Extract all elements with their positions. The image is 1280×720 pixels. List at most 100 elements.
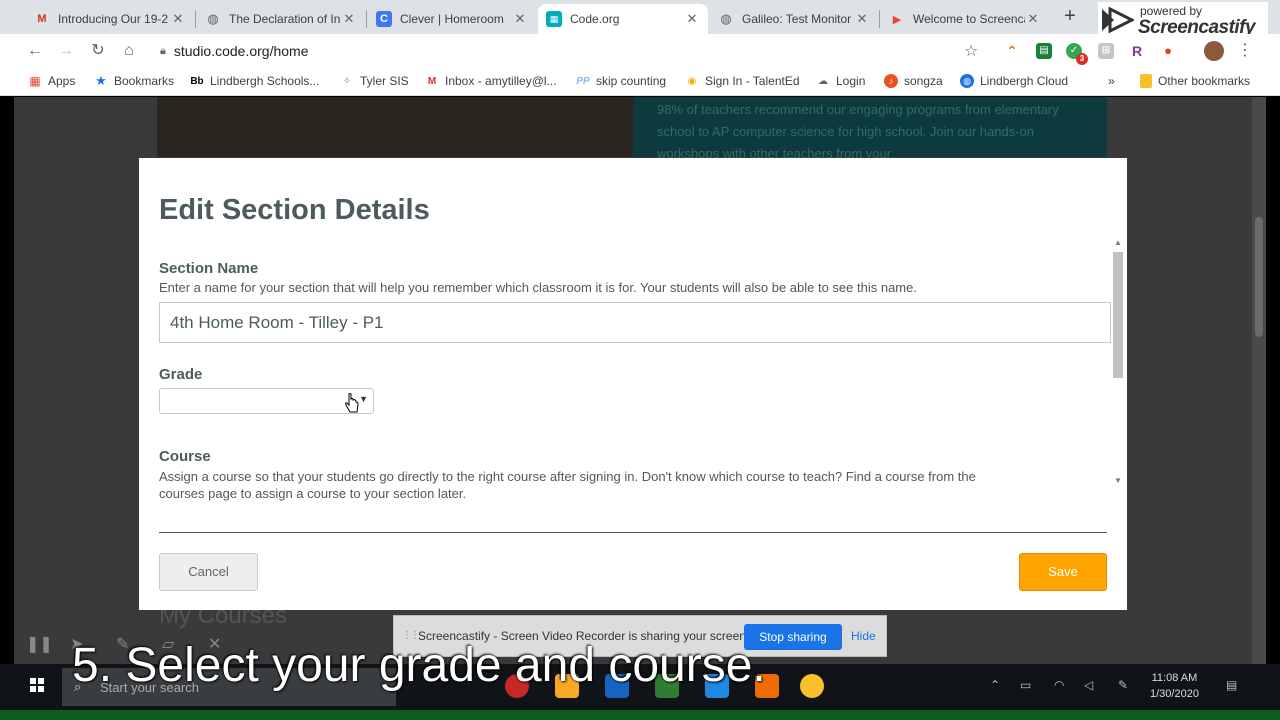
course-label: Course bbox=[159, 448, 211, 465]
cast-icon[interactable]: ▤ bbox=[1036, 43, 1052, 59]
dialog-scroll-thumb[interactable] bbox=[1113, 252, 1123, 378]
bookmark-label: songza bbox=[904, 74, 943, 88]
screencastify-mark-icon bbox=[1102, 7, 1134, 33]
reload-icon[interactable]: ↻ bbox=[87, 40, 109, 62]
back-arrow-icon[interactable]: ← bbox=[24, 40, 46, 62]
new-tab-button[interactable]: + bbox=[1058, 4, 1082, 28]
bookmark-login[interactable]: ☁ Login bbox=[816, 74, 865, 88]
volume-icon[interactable]: ◁ bbox=[1084, 678, 1093, 692]
bookmark-skip-counting[interactable]: PP skip counting bbox=[576, 74, 666, 88]
clever-icon: C bbox=[376, 11, 392, 27]
grade-label: Grade bbox=[159, 366, 203, 383]
profile-avatar[interactable] bbox=[1204, 41, 1224, 61]
extension-badge: 3 bbox=[1076, 53, 1088, 65]
battery-icon[interactable]: ▭ bbox=[1020, 678, 1031, 692]
tab-divider bbox=[879, 10, 880, 28]
scrollbar-thumb[interactable] bbox=[1255, 217, 1263, 337]
tab-divider bbox=[195, 10, 196, 28]
dialog-scrollbar[interactable]: ▲ ▼ bbox=[1111, 238, 1125, 488]
bookmark-lindbergh-cloud[interactable]: ◍ Lindbergh Cloud bbox=[960, 74, 1068, 88]
bookmark-label: Apps bbox=[48, 74, 76, 88]
bookmark-bookmarks[interactable]: ★ Bookmarks bbox=[94, 73, 174, 88]
bookmark-lindbergh-schools[interactable]: Bb Lindbergh Schools... bbox=[190, 74, 319, 88]
chevron-double-right-icon: » bbox=[1108, 74, 1115, 88]
bookmark-tyler-sis[interactable]: ✧ Tyler SIS bbox=[340, 74, 409, 88]
hero-image bbox=[157, 97, 633, 157]
system-clock[interactable]: 11:08 AM 1/30/2020 bbox=[1150, 670, 1199, 702]
globe-icon: ◍ bbox=[960, 74, 974, 88]
bookmark-songza[interactable]: ♪ songza bbox=[884, 74, 943, 88]
section-name-label: Section Name bbox=[159, 260, 259, 277]
bookmark-star-icon[interactable]: ☆ bbox=[964, 41, 978, 61]
bookmark-other[interactable]: Other bookmarks bbox=[1140, 74, 1250, 88]
bookmark-apps[interactable]: ▦ Apps bbox=[28, 74, 75, 88]
tab-title: Clever | Homeroom bbox=[400, 12, 504, 26]
puzzle-extension-icon[interactable]: ⊞ bbox=[1098, 43, 1114, 59]
close-icon[interactable]: ✕ bbox=[1025, 11, 1041, 27]
chevron-up-icon[interactable]: ⌃ bbox=[990, 678, 1000, 692]
screencastify-extension-icon[interactable]: ● bbox=[1160, 43, 1176, 59]
close-icon[interactable]: ✕ bbox=[512, 11, 528, 27]
hero-text: 98% of teachers recommend our engaging p… bbox=[657, 102, 1059, 161]
close-icon[interactable]: ✕ bbox=[341, 11, 357, 27]
tab-0[interactable]: M Introducing Our 19-2 ✕ bbox=[26, 4, 194, 34]
r-extension-icon[interactable]: R bbox=[1129, 43, 1145, 59]
clock-time: 11:08 AM bbox=[1151, 672, 1198, 684]
scroll-down-icon[interactable]: ▼ bbox=[1114, 476, 1122, 485]
bookmarks-bar: ▦ Apps ★ Bookmarks Bb Lindbergh Schools.… bbox=[0, 68, 1280, 96]
course-description-cont: courses page to assign a course to your … bbox=[159, 486, 467, 501]
globe-icon: ◍ bbox=[720, 11, 732, 26]
tab-title: Introducing Our 19-2 bbox=[58, 12, 169, 26]
bookmark-label: Login bbox=[836, 74, 866, 88]
bottom-strip bbox=[0, 710, 1280, 720]
hide-link[interactable]: Hide bbox=[851, 629, 876, 643]
bookmark-talented[interactable]: ◉ Sign In - TalentEd bbox=[685, 74, 800, 88]
pause-icon[interactable]: ❚❚ bbox=[26, 634, 53, 654]
notification-icon[interactable]: ▤ bbox=[1226, 678, 1237, 692]
bookmark-inbox[interactable]: M Inbox - amytilley@l... bbox=[425, 74, 557, 88]
tab-2[interactable]: C Clever | Homeroom ✕ bbox=[368, 4, 536, 34]
hand-cursor-icon bbox=[345, 393, 359, 413]
bookmark-label: Other bookmarks bbox=[1158, 74, 1251, 88]
tab-4[interactable]: ◍ Galileo: Test Monitor ✕ bbox=[710, 4, 878, 34]
home-icon[interactable]: ⌂ bbox=[118, 40, 140, 62]
save-button[interactable]: Save bbox=[1019, 553, 1107, 591]
talented-icon: ◉ bbox=[687, 75, 697, 87]
screencastify-icon: ▶ bbox=[892, 13, 902, 26]
wifi-icon[interactable]: ◠ bbox=[1054, 678, 1064, 692]
section-name-description: Enter a name for your section that will … bbox=[159, 280, 917, 295]
dialog-divider bbox=[159, 532, 1107, 533]
apps-grid-icon: ▦ bbox=[29, 74, 41, 88]
cancel-button[interactable]: Cancel bbox=[159, 553, 258, 591]
section-name-input[interactable]: 4th Home Room - Tilley - P1 bbox=[159, 302, 1111, 343]
pen-tray-icon[interactable]: ✎ bbox=[1118, 678, 1128, 692]
bookmark-label: skip counting bbox=[596, 74, 667, 88]
tutorial-caption: 5. Select your grade and course. bbox=[72, 639, 766, 692]
caret-down-icon: ▼ bbox=[359, 394, 368, 404]
address-bar[interactable]: 🔒︎ studio.code.org/home bbox=[150, 38, 990, 64]
grade-select[interactable]: ▼ bbox=[159, 388, 374, 414]
windows-logo-icon[interactable] bbox=[30, 678, 44, 692]
powered-by-label: powered by bbox=[1140, 4, 1203, 18]
tab-1[interactable]: ◍ The Declaration of In ✕ bbox=[197, 4, 365, 34]
course-description: Assign a course so that your students go… bbox=[159, 469, 976, 484]
bookmark-label: Sign In - TalentEd bbox=[705, 74, 800, 88]
tab-5[interactable]: ▶ Welcome to Screenca ✕ bbox=[881, 4, 1049, 34]
more-bookmarks-chevron[interactable]: » bbox=[1108, 74, 1115, 88]
scroll-up-icon[interactable]: ▲ bbox=[1114, 238, 1122, 247]
drive-icon[interactable]: ⌃ bbox=[1004, 43, 1020, 59]
close-icon[interactable]: ✕ bbox=[854, 11, 870, 27]
tab-strip: M Introducing Our 19-2 ✕ ◍ The Declarati… bbox=[0, 0, 1280, 38]
page-scrollbar[interactable] bbox=[1252, 97, 1266, 664]
chrome-icon[interactable] bbox=[800, 674, 824, 698]
forward-arrow-icon[interactable]: → bbox=[55, 40, 77, 62]
bookmark-label: Inbox - amytilley@l... bbox=[445, 74, 557, 88]
tab-3-active[interactable]: ▦ Code.org ✕ bbox=[538, 4, 708, 34]
globe-icon: ◍ bbox=[207, 11, 219, 26]
more-menu-icon[interactable]: ⋮ bbox=[1234, 40, 1256, 62]
clock-date: 1/30/2020 bbox=[1150, 688, 1199, 700]
folder-icon bbox=[1140, 74, 1152, 88]
close-icon[interactable]: ✕ bbox=[684, 11, 700, 27]
cloud-icon: ☁ bbox=[818, 75, 828, 87]
close-icon[interactable]: ✕ bbox=[170, 11, 186, 27]
